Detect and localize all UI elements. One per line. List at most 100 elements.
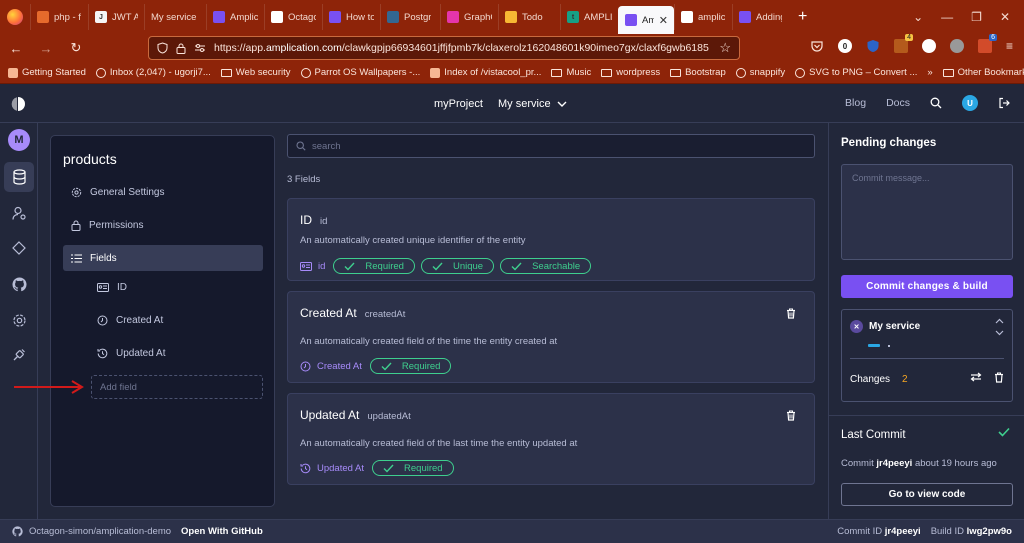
entity-menu-permissions[interactable]: Permissions [63,212,263,238]
diamond-icon [12,241,26,255]
commit-build-button[interactable]: Commit changes & build [841,275,1013,298]
extension-badge-count: 4 [905,34,913,41]
delete-field-trash-icon[interactable] [786,410,796,421]
bookmark-item[interactable]: snappify [735,67,785,78]
field-name: updatedAt [367,411,411,422]
check-icon [381,362,392,371]
bookmark-item[interactable]: Inbox (2,047) - ugorji7... [95,67,211,78]
rail-github-button[interactable] [4,269,34,299]
bookmark-star-icon[interactable]: ☆ [719,40,731,56]
entity-field-item[interactable]: Updated At [97,348,165,359]
browser-tab[interactable]: t AMPLI [560,4,618,30]
fields-search[interactable]: search [287,134,815,158]
search-icon[interactable] [930,97,942,109]
logout-icon[interactable] [998,97,1010,109]
close-window-button[interactable]: ✕ [1000,10,1010,24]
repo-link[interactable]: Octagon-simon/amplication-demo [12,526,171,537]
open-with-github-link[interactable]: Open With GitHub [181,526,263,537]
forward-button[interactable]: → [38,41,54,56]
privacy-badger-icon[interactable] [866,39,880,53]
back-button[interactable]: ← [8,41,24,56]
browser-tab[interactable]: amplic [674,4,732,30]
entity-field-item[interactable]: Created At [97,315,163,326]
more-bookmarks-chevron-icon[interactable]: » [927,67,932,78]
browser-tab[interactable]: GraphC [440,4,498,30]
browser-tab[interactable]: Amp ✕ [618,6,674,34]
amplication-logo-icon[interactable] [10,96,26,112]
extension-badge-icon[interactable]: 4 [894,34,913,53]
browser-tab[interactable]: Adding [732,4,788,30]
service-selector[interactable]: My service [498,98,567,110]
bookmark-item[interactable]: Parrot OS Wallpapers -... [300,67,420,78]
bookmark-item[interactable]: wordpress [601,67,660,78]
tab-favicon-icon [37,11,49,23]
rail-connections-button[interactable] [4,340,34,370]
rail-settings-button[interactable] [4,305,34,335]
browser-tab[interactable]: Postgr [380,4,440,30]
last-commit-id[interactable]: jr4peeyi [876,458,912,469]
reload-button[interactable]: ↻ [68,40,84,56]
field-card[interactable]: Created At createdAt An automatically crea… [287,291,815,383]
bookmark-item[interactable]: Getting Started [8,67,86,78]
browser-tab[interactable]: php - f [30,4,88,30]
browser-tab[interactable]: Todo [498,4,560,30]
url-bar[interactable]: https://app.amplication.com/clawkgpjp669… [148,36,740,60]
chevron-down-icon[interactable] [995,330,1004,336]
browser-tab-bar: php - f J JWT Au My service Amplic Octago How … [0,0,1024,34]
pocket-icon[interactable] [810,39,824,53]
entity-menu-fields[interactable]: Fields [63,245,263,271]
browser-tab[interactable]: How to [322,4,380,30]
list-all-tabs-chevron-icon[interactable]: ⌄ [913,10,923,24]
chevron-up-icon[interactable] [995,318,1004,324]
delete-field-trash-icon[interactable] [786,308,796,319]
workspace-avatar[interactable]: M [8,129,30,151]
user-avatar-initial: U [967,98,973,108]
restore-window-button[interactable]: ❐ [971,10,982,24]
project-name[interactable]: myProject [434,98,483,110]
docs-link[interactable]: Docs [886,97,910,109]
rail-plugins-button[interactable] [4,233,34,263]
field-card[interactable]: ID id An automatically created unique iden… [287,198,815,281]
browser-tab[interactable]: J JWT Au [88,4,144,30]
close-tab-icon[interactable]: ✕ [659,14,668,27]
minimize-window-button[interactable]: — [941,10,953,24]
ublock-extension-icon[interactable] [950,39,964,53]
grammar-extension-icon[interactable]: 6 [978,34,997,53]
extension-circle-icon[interactable]: 0 [838,39,852,53]
database-icon [12,169,26,185]
rail-entities-button[interactable] [4,162,34,192]
blog-link[interactable]: Blog [845,97,866,109]
field-card[interactable]: Updated At updatedAt An automatically crea… [287,393,815,485]
discard-changes-trash-icon[interactable] [994,372,1004,383]
browser-tab[interactable]: My service [144,4,206,30]
firefox-menu-button[interactable] [0,0,30,34]
new-tab-button[interactable]: + [798,8,807,26]
compare-changes-icon[interactable] [970,372,982,382]
entity-field-item[interactable]: ID [97,282,127,293]
rail-roles-button[interactable] [4,198,34,228]
footer-commit: Commit ID jr4peeyi [837,526,920,537]
tab-favicon-icon [447,11,459,23]
field-data-type-label: Updated At [317,462,365,474]
browser-tab[interactable]: Amplic [206,4,264,30]
browser-tab[interactable]: Octago [264,4,322,30]
user-avatar[interactable]: U [962,95,978,111]
footer-commit-id[interactable]: jr4peeyi [885,526,921,537]
entity-menu-general-settings[interactable]: General Settings [63,179,263,205]
bookmark-item[interactable]: Bootstrap [670,67,726,78]
bookmark-item[interactable]: Web security [220,67,291,78]
bookmark-item[interactable]: Music [551,67,591,78]
view-code-button[interactable]: Go to view code [841,483,1013,506]
add-field-input[interactable]: Add field [91,375,263,399]
sync-extension-icon[interactable] [922,39,936,53]
footer-build-id[interactable]: lwg2pw9o [967,526,1012,537]
browser-tab-label: My service [151,11,197,23]
bookmark-item[interactable]: SVG to PNG – Convert ... [795,67,917,78]
field-property-label: Searchable [532,260,581,272]
bookmark-item[interactable]: Index of /vistacool_pr... [430,67,541,78]
overflow-menu-icon[interactable]: ≡ [1006,39,1013,53]
field-description: An automatically created field of the ti… [300,336,558,347]
commit-message-input[interactable]: Commit message... [841,164,1013,260]
tab-favicon-icon [681,11,693,23]
other-bookmarks-folder[interactable]: Other Bookmarks [942,67,1024,78]
